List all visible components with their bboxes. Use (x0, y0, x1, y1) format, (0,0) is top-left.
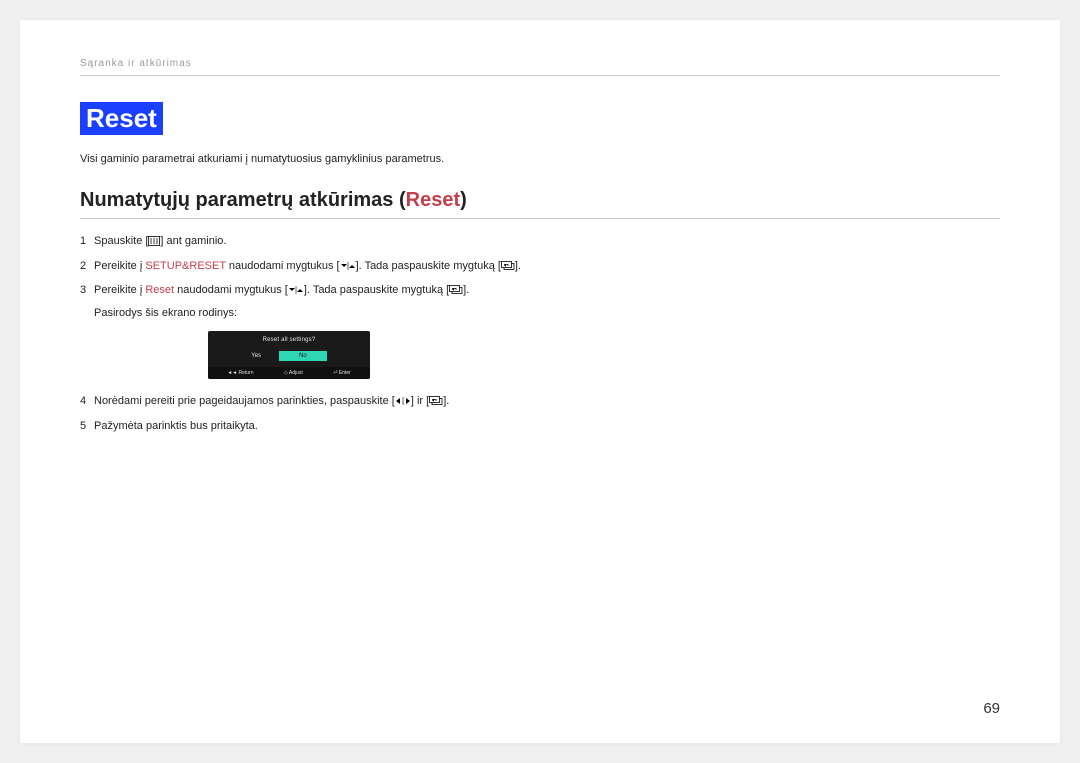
osd-screenshot: Reset all settings? Yes No ◄◄ Return ◇ A… (208, 331, 370, 379)
step-3: 3 Pereikite į Reset naudodami mygtukus [… (80, 282, 1000, 321)
menu-icon (148, 236, 160, 246)
step-number: 1 (80, 233, 86, 250)
step-text: naudodami mygtukus [ (226, 260, 340, 272)
step-number: 3 (80, 282, 86, 299)
step-list: 1 Spauskite [ ] ant gaminio. 2 Pereikite… (80, 233, 1000, 434)
enter-icon (429, 396, 443, 406)
section-heading-prefix: Numatytųjų parametrų atkūrimas ( (80, 189, 406, 211)
enter-icon (449, 285, 463, 295)
osd-footer: ◄◄ Return ◇ Adjust ⏎ Enter (208, 367, 370, 379)
step-2: 2 Pereikite į SETUP&RESET naudodami mygt… (80, 258, 1000, 275)
section-heading-accent: Reset (406, 189, 460, 211)
intro-text: Visi gaminio parametrai atkuriami į numa… (80, 153, 1000, 165)
osd-option-yes: Yes (251, 351, 261, 361)
step-5: 5 Pažymėta parinktis bus pritaikyta. (80, 418, 1000, 435)
step-subtext: Pasirodys šis ekrano rodinys: (94, 305, 1000, 322)
arrow-left-right-icon (395, 396, 411, 406)
step-text: ]. (443, 395, 449, 407)
section-heading: Numatytųjų parametrų atkūrimas (Reset) (80, 189, 1000, 219)
osd-options: Yes No (208, 347, 370, 367)
osd-option-no: No (279, 351, 327, 361)
step-text: Pereikite į (94, 284, 145, 296)
page-title: Reset (80, 102, 163, 135)
step-text: ]. (463, 284, 469, 296)
arrow-up-down-icon (288, 285, 304, 295)
step-accent: Reset (145, 284, 174, 296)
step-number: 4 (80, 393, 86, 410)
osd-footer-enter: ⏎ Enter (333, 370, 351, 376)
osd-footer-adjust: ◇ Adjust (284, 370, 303, 376)
step-text: ] ir [ (411, 395, 429, 407)
section-heading-suffix: ) (460, 189, 467, 211)
enter-icon (501, 261, 515, 271)
step-number: 5 (80, 418, 86, 435)
step-text: ]. (515, 260, 521, 272)
arrow-up-down-icon (340, 261, 356, 271)
step-text: ] ant gaminio. (160, 235, 226, 247)
step-text: Pažymėta parinktis bus pritaikyta. (94, 420, 258, 432)
step-4: 4 Norėdami pereiti prie pageidaujamos pa… (80, 393, 1000, 410)
step-text: ]. Tada paspauskite mygtuką [ (304, 284, 449, 296)
step-text: Pereikite į (94, 260, 145, 272)
osd-title: Reset all settings? (208, 331, 370, 347)
step-text: Norėdami pereiti prie pageidaujamos pari… (94, 395, 395, 407)
breadcrumb: Sąranka ir atkūrimas (80, 58, 1000, 76)
step-text: naudodami mygtukus [ (174, 284, 288, 296)
step-1: 1 Spauskite [ ] ant gaminio. (80, 233, 1000, 250)
step-text: ]. Tada paspauskite mygtuką [ (356, 260, 501, 272)
page-number: 69 (983, 700, 1000, 717)
page: Sąranka ir atkūrimas Reset Visi gaminio … (20, 20, 1060, 743)
osd-footer-return: ◄◄ Return (227, 370, 253, 376)
step-text: Spauskite [ (94, 235, 148, 247)
step-number: 2 (80, 258, 86, 275)
step-accent: SETUP&RESET (145, 260, 226, 272)
